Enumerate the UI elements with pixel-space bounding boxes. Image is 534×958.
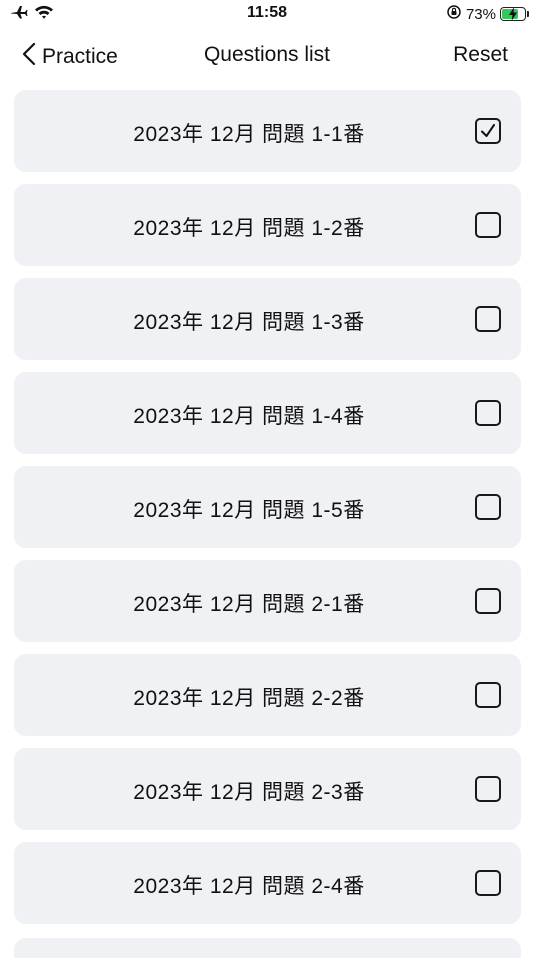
question-checkbox[interactable] <box>475 588 501 614</box>
list-item[interactable]: 2023年 12月 問題 1-4番 <box>14 372 521 454</box>
question-label: 2023年 12月 問題 1-5番 <box>133 499 365 522</box>
battery-cap <box>527 11 529 17</box>
question-label: 2023年 12月 問題 1-2番 <box>133 217 365 240</box>
battery-charging-icon <box>500 7 529 21</box>
question-label: 2023年 12月 問題 2-3番 <box>133 781 365 804</box>
list-item-partial[interactable] <box>14 938 521 958</box>
charging-bolt-icon <box>509 7 517 21</box>
reset-button[interactable]: Reset <box>453 43 508 67</box>
status-right: 73% <box>446 4 529 24</box>
list-item[interactable]: 2023年 12月 問題 1-1番 <box>14 90 521 172</box>
question-label: 2023年 12月 問題 2-2番 <box>133 687 365 710</box>
question-label: 2023年 12月 問題 2-1番 <box>133 593 365 616</box>
list-item[interactable]: 2023年 12月 問題 1-2番 <box>14 184 521 266</box>
question-label: 2023年 12月 問題 2-4番 <box>133 875 365 898</box>
questions-list: 2023年 12月 問題 1-1番 2023年 12月 問題 1-2番 2023年 … <box>14 90 521 936</box>
question-label: 2023年 12月 問題 1-3番 <box>133 311 365 334</box>
list-item[interactable]: 2023年 12月 問題 2-1番 <box>14 560 521 642</box>
question-checkbox[interactable] <box>475 776 501 802</box>
orientation-lock-icon <box>446 4 462 24</box>
question-checkbox[interactable] <box>475 118 501 144</box>
question-label: 2023年 12月 問題 1-1番 <box>133 123 365 146</box>
list-item[interactable]: 2023年 12月 問題 2-4番 <box>14 842 521 924</box>
list-item[interactable]: 2023年 12月 問題 2-3番 <box>14 748 521 830</box>
list-item[interactable]: 2023年 12月 問題 2-2番 <box>14 654 521 736</box>
navigation-bar: Practice Questions list Reset <box>0 34 534 78</box>
question-checkbox[interactable] <box>475 682 501 708</box>
question-label: 2023年 12月 問題 1-4番 <box>133 405 365 428</box>
checkmark-icon <box>481 124 495 137</box>
question-checkbox[interactable] <box>475 870 501 896</box>
status-bar: 11:58 73% <box>0 0 534 30</box>
question-checkbox[interactable] <box>475 212 501 238</box>
question-checkbox[interactable] <box>475 306 501 332</box>
question-checkbox[interactable] <box>475 494 501 520</box>
list-item[interactable]: 2023年 12月 問題 1-5番 <box>14 466 521 548</box>
list-item[interactable]: 2023年 12月 問題 1-3番 <box>14 278 521 360</box>
battery-percent: 73% <box>465 5 496 23</box>
question-checkbox[interactable] <box>475 400 501 426</box>
